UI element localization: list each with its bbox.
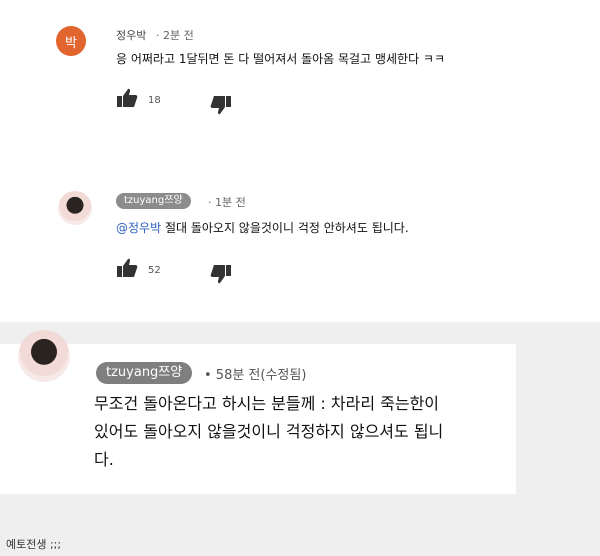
caption: 예토전생 ;;; (6, 538, 62, 551)
comment-line: 다. (94, 450, 114, 469)
like-count: 52 (148, 265, 161, 276)
reply-time: · 1분 전 (208, 196, 246, 209)
comment-line: 무조건 돌아온다고 하시는 분들께 : 차라리 죽는한이 (94, 394, 440, 413)
comments-panel: 박 정우박 · 2분 전 응 어쩌라고 1달뒤면 돈 다 떨어져서 돌아옴 목걸… (0, 0, 600, 322)
thumbs-up-icon[interactable] (116, 258, 138, 278)
channel-badge[interactable]: tzuyang쯔양 (96, 362, 193, 384)
thumbs-up-icon[interactable] (116, 88, 138, 108)
avatar[interactable] (18, 330, 70, 382)
like-count: 18 (148, 95, 161, 106)
thumbs-down-icon[interactable] (210, 95, 232, 115)
channel-badge[interactable]: tzuyang쯔양 (116, 193, 191, 209)
comment-time: • 58분 전(수정됨) (204, 368, 307, 383)
avatar[interactable] (58, 191, 92, 225)
comment-text: 응 어쩌라고 1달뒤면 돈 다 떨어져서 돌아옴 목걸고 맹세한다 ㅋㅋ (116, 52, 446, 66)
thumbs-down-icon[interactable] (210, 264, 232, 284)
reply-text: @정우박 절대 돌아오지 않을것이니 걱정 안하셔도 됩니다. (116, 219, 409, 236)
comment-author[interactable]: 정우박 (116, 27, 146, 43)
comment-line: 있어도 돌아오지 않을것이니 걱정하지 않으셔도 됩니 (94, 422, 444, 441)
reply-body: 절대 돌아오지 않을것이니 걱정 안하셔도 됩니다. (161, 221, 409, 235)
mention-link[interactable]: @정우박 (116, 221, 161, 235)
avatar[interactable]: 박 (56, 26, 86, 56)
zoomed-comment-text: 무조건 돌아온다고 하시는 분들께 : 차라리 죽는한이 있어도 돌아오지 않을… (94, 390, 504, 474)
comment-time: · 2분 전 (156, 29, 194, 42)
avatar-letter: 박 (65, 35, 77, 51)
